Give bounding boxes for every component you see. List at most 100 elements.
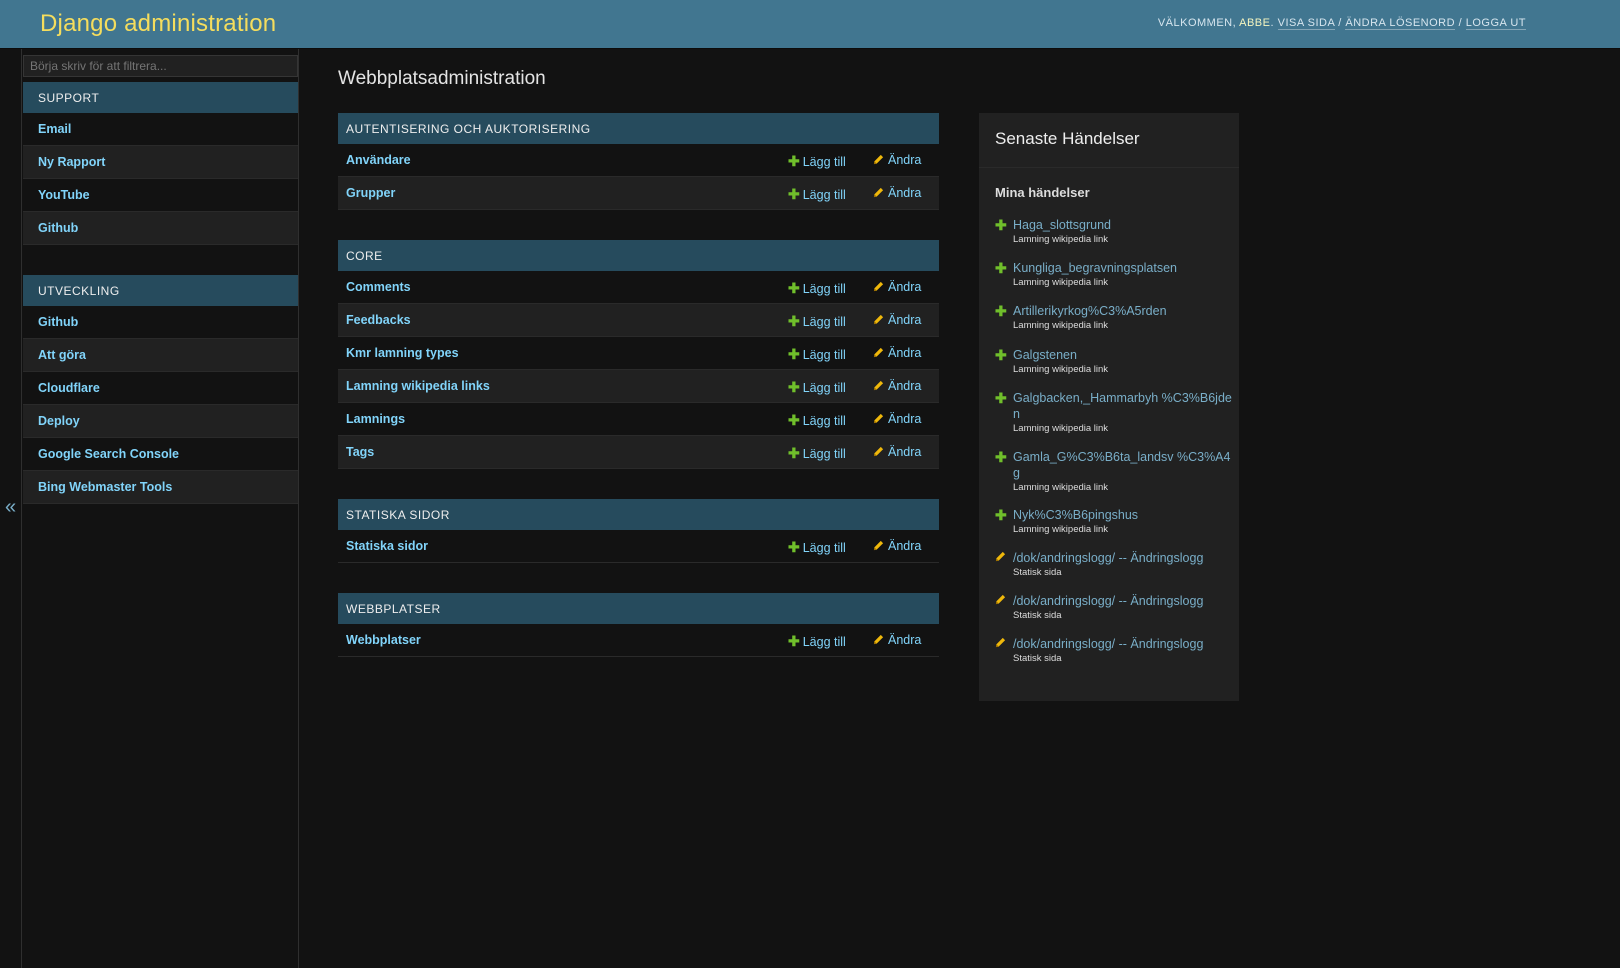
recent-action-type: Statisk sida [1013,610,1062,621]
change-label: Ändra [888,346,922,360]
add-link[interactable]: ✚ Lägg till [788,186,846,203]
app-caption[interactable]: CORE [338,240,939,271]
recent-action-type: Lamning wikipedia link [1013,482,1109,493]
plus-icon: ✚ [995,217,1007,233]
model-link[interactable]: Användare [346,153,411,167]
change-label: Ändra [888,186,922,200]
separator: . [1270,17,1278,29]
app-caption[interactable]: STATISKA SIDOR [338,499,939,530]
recent-action-item: ✚ Artillerikyrkog%C3%A5rden Lamning wikipe… [995,303,1235,333]
recent-action-link[interactable]: /dok/andringslogg/ -- Ändringslogg [1013,636,1235,652]
recent-action-link[interactable]: Galgstenen [1013,347,1235,363]
nav-item[interactable]: Bing Webmaster Tools [23,471,298,504]
nav-link[interactable]: Github [38,221,78,235]
nav-link[interactable]: Att göra [38,348,86,362]
recent-action-link[interactable]: /dok/andringslogg/ -- Ändringslogg [1013,593,1235,609]
add-label: Lägg till [802,155,846,169]
add-label: Lägg till [802,381,846,395]
app-module: WEBBPLATSER Webbplatser ✚ Lägg till Ändra [338,593,939,657]
model-link[interactable]: Lamnings [346,412,405,426]
model-link[interactable]: Feedbacks [346,313,411,327]
add-link[interactable]: ✚ Lägg till [788,445,846,462]
recent-action-item: ✚ Haga_slottsgrund Lamning wikipedia link [995,217,1235,247]
nav-module-caption[interactable]: UTVECKLING [23,275,298,306]
change-password-link[interactable]: ÄNDRA LÖSENORD [1345,17,1456,30]
nav-item[interactable]: Cloudflare [23,372,298,405]
nav-item[interactable]: Github [23,212,298,245]
pencil-icon [995,636,1009,651]
add-link[interactable]: ✚ Lägg till [788,313,846,330]
recent-action-link[interactable]: Gamla_G%C3%B6ta_landsv %C3%A4g [1013,449,1235,481]
plus-icon: ✚ [788,153,800,169]
nav-link[interactable]: Google Search Console [38,447,179,461]
recent-action-item: /dok/andringslogg/ -- Ändringslogg Statis… [995,636,1235,666]
nav-item[interactable]: Att göra [23,339,298,372]
pencil-icon [873,281,884,295]
nav-item[interactable]: YouTube [23,179,298,212]
view-site-link[interactable]: VISA SIDA [1277,17,1335,30]
model-link[interactable]: Kmr lamning types [346,346,459,360]
nav-link[interactable]: Deploy [38,414,80,428]
recent-action-link[interactable]: Kungliga_begravningsplatsen [1013,260,1235,276]
change-link[interactable]: Ändra [873,280,921,295]
nav-link[interactable]: Bing Webmaster Tools [38,480,172,494]
add-link[interactable]: ✚ Lägg till [788,346,846,363]
nav-link[interactable]: Cloudflare [38,381,100,395]
add-link[interactable]: ✚ Lägg till [788,539,846,556]
add-label: Lägg till [802,541,846,555]
change-link[interactable]: Ändra [873,153,921,168]
add-link[interactable]: ✚ Lägg till [788,633,846,650]
recent-action-link[interactable]: Haga_slottsgrund [1013,217,1235,233]
page-title: Webbplatsadministration [338,68,546,89]
nav-link[interactable]: Email [38,122,71,136]
change-link[interactable]: Ändra [873,633,921,648]
recent-action-link[interactable]: Artillerikyrkog%C3%A5rden [1013,303,1235,319]
logout-link[interactable]: LOGGA UT [1465,17,1526,30]
change-link[interactable]: Ändra [873,313,921,328]
pencil-icon [873,314,884,328]
nav-item[interactable]: Email [23,113,298,146]
model-link[interactable]: Tags [346,445,374,459]
nav-link[interactable]: Ny Rapport [38,155,105,169]
change-link[interactable]: Ändra [873,379,921,394]
sidebar-toggle-button[interactable]: « [0,49,22,968]
site-brand[interactable]: Django administration [40,10,276,38]
recent-action-type: Statisk sida [1013,653,1062,664]
app-caption[interactable]: WEBBPLATSER [338,593,939,624]
nav-module-caption[interactable]: SUPPORT [23,82,298,113]
add-link[interactable]: ✚ Lägg till [788,379,846,396]
change-link[interactable]: Ändra [873,186,921,201]
separator: / [1334,17,1346,29]
model-row: Lamnings ✚ Lägg till Ändra [338,403,939,436]
nav-item[interactable]: Github [23,306,298,339]
plus-icon: ✚ [788,445,800,461]
model-link[interactable]: Statiska sidor [346,539,428,553]
nav-link[interactable]: YouTube [38,188,90,202]
nav-item[interactable]: Ny Rapport [23,146,298,179]
model-link[interactable]: Lamning wikipedia links [346,379,490,393]
nav-item[interactable]: Deploy [23,405,298,438]
change-label: Ändra [888,412,922,426]
model-link[interactable]: Comments [346,280,411,294]
change-link[interactable]: Ändra [873,346,921,361]
app-caption[interactable]: AUTENTISERING OCH AUKTORISERING [338,113,939,144]
nav-filter-input[interactable] [23,55,298,77]
change-link[interactable]: Ändra [873,539,921,554]
recent-action-link[interactable]: /dok/andringslogg/ -- Ändringslogg [1013,550,1235,566]
change-link[interactable]: Ändra [873,445,921,460]
model-link[interactable]: Webbplatser [346,633,421,647]
nav-link[interactable]: Github [38,315,78,329]
nav-item[interactable]: Google Search Console [23,438,298,471]
model-row: Grupper ✚ Lägg till Ändra [338,177,939,210]
model-link[interactable]: Grupper [346,186,395,200]
recent-action-link[interactable]: Galgbacken,_Hammarbyh %C3%B6jden [1013,390,1235,422]
add-link[interactable]: ✚ Lägg till [788,153,846,170]
add-link[interactable]: ✚ Lägg till [788,412,846,429]
model-row: Användare ✚ Lägg till Ändra [338,144,939,177]
change-link[interactable]: Ändra [873,412,921,427]
recent-action-link[interactable]: Nyk%C3%B6pingshus [1013,507,1235,523]
plus-icon: ✚ [995,507,1007,523]
add-link[interactable]: ✚ Lägg till [788,280,846,297]
double-chevron-left-icon: « [5,496,17,518]
plus-icon: ✚ [788,412,800,428]
